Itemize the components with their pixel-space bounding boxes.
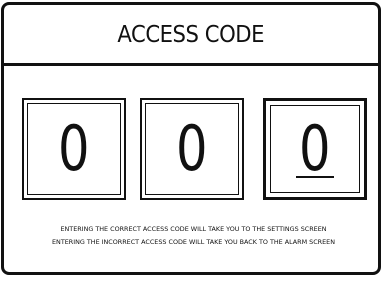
- page-title: ACCESS CODE: [117, 22, 265, 48]
- digit-3-value: 0: [299, 112, 331, 185]
- info-line-correct: ENTERING THE CORRECT ACCESS CODE WILL TA…: [60, 225, 327, 233]
- digit-box-1-inner: 0: [27, 103, 121, 195]
- header-bar: ACCESS CODE: [4, 5, 378, 66]
- digit-box-1[interactable]: 0: [22, 98, 126, 200]
- digit-box-2[interactable]: 0: [140, 98, 244, 200]
- digit-2-value: 0: [176, 112, 208, 185]
- info-line-incorrect: ENTERING THE INCORRECT ACCESS CODE WILL …: [52, 238, 335, 246]
- digit-box-2-inner: 0: [145, 103, 239, 195]
- digit-box-3-inner: 0: [270, 105, 360, 193]
- digit-cursor: [296, 176, 334, 178]
- digit-box-3[interactable]: 0: [263, 98, 367, 200]
- digit-1-value: 0: [58, 112, 90, 185]
